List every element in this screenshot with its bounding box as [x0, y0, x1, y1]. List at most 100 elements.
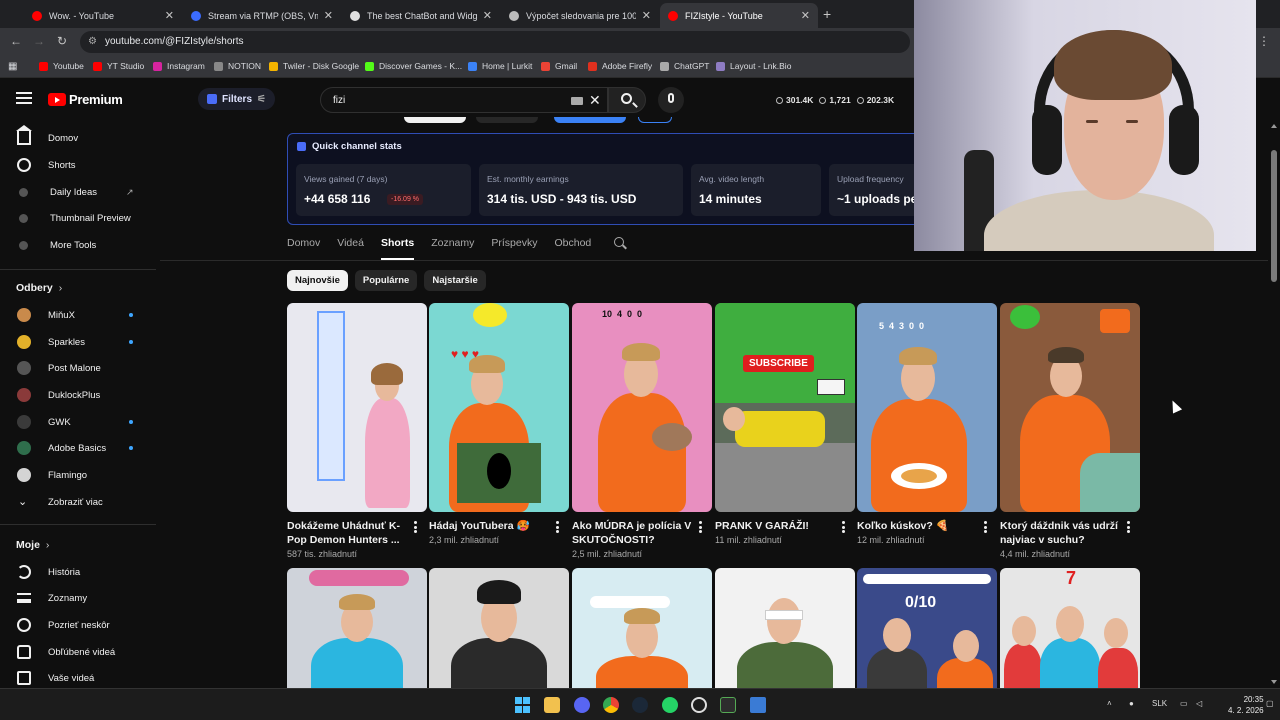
tab-prispevky[interactable]: Príspevky — [491, 236, 537, 260]
scroll-up-icon[interactable] — [1271, 124, 1277, 128]
sidebar-item-zoznamy[interactable]: Zoznamy — [0, 585, 156, 611]
subscription-item[interactable]: Post Malone — [0, 355, 156, 381]
tab-domov[interactable]: Domov — [287, 236, 320, 260]
bookmark-chatgpt[interactable]: ChatGPT — [660, 61, 709, 71]
more-options-icon[interactable] — [1127, 521, 1131, 533]
short-title[interactable]: PRANK V GARÁŽI! — [715, 519, 837, 533]
short-thumbnail[interactable]: 0/10 — [857, 568, 997, 688]
short-card[interactable] — [429, 568, 569, 688]
tray-overflow-icon[interactable]: ˄ — [1107, 699, 1112, 708]
calculator-icon[interactable] — [750, 697, 766, 713]
network-icon[interactable]: ▭ — [1180, 699, 1188, 708]
apps-grid-icon[interactable]: ▦ — [8, 61, 17, 72]
chrome-icon[interactable] — [603, 697, 619, 713]
short-thumbnail[interactable] — [1000, 303, 1140, 512]
bookmark-yt-studio[interactable]: YT Studio — [93, 61, 144, 71]
sidebar-item-your-videos[interactable]: Vaše videá — [0, 665, 156, 688]
browser-tab[interactable]: Výpočet sledovania pre 100K ✕ — [501, 3, 659, 28]
search-input[interactable]: fizi ✕ — [320, 87, 608, 113]
sidebar-item-daily-ideas[interactable]: Daily Ideas ↗ — [0, 179, 156, 205]
tab-shorts[interactable]: Shorts — [380, 236, 415, 260]
subscription-item[interactable]: MiňuX — [0, 302, 156, 328]
tab-obchod[interactable]: Obchod — [555, 236, 592, 260]
menu-icon[interactable] — [16, 92, 32, 104]
scroll-down-icon[interactable] — [1271, 680, 1277, 684]
clear-search-icon[interactable]: ✕ — [589, 92, 601, 109]
sort-popular-chip[interactable]: Populárne — [354, 270, 418, 291]
more-options-icon[interactable] — [556, 521, 560, 533]
short-card[interactable] — [572, 568, 712, 688]
more-options-icon[interactable] — [414, 521, 418, 533]
bookmark-gmail[interactable]: Gmail — [541, 61, 577, 71]
subscription-item[interactable]: DuklockPlus — [0, 382, 156, 408]
subscription-item[interactable]: Adobe Basics — [0, 435, 156, 461]
more-options-icon[interactable] — [842, 521, 846, 533]
bookmark-discover-games[interactable]: Discover Games - K... — [365, 61, 462, 71]
short-title[interactable]: Hádaj YouTubera 🥵 — [429, 519, 551, 533]
subscription-item[interactable]: Sparkles — [0, 329, 156, 355]
short-title[interactable]: Ako MÚDRA je polícia V SKUTOČNOSTI? — [572, 519, 694, 547]
sidebar-item-shorts[interactable]: Shorts — [0, 152, 156, 178]
subscription-item[interactable]: GWK — [0, 409, 156, 435]
short-thumbnail[interactable]: 10 4 0 0 — [572, 303, 712, 512]
whatsapp-icon[interactable] — [662, 697, 678, 713]
filters-button[interactable]: Filters ⚟ — [198, 88, 275, 110]
more-options-icon[interactable] — [699, 521, 703, 533]
scrollbar-thumb[interactable] — [1271, 150, 1277, 282]
new-tab-icon[interactable]: + — [823, 6, 831, 22]
voice-search-button[interactable] — [658, 87, 684, 113]
volume-icon[interactable]: ◁ — [1196, 699, 1202, 708]
short-card[interactable] — [287, 568, 427, 688]
browser-menu-icon[interactable]: ⋮ — [1258, 34, 1270, 48]
bookmark-adobe-firefly[interactable]: Adobe Firefly — [588, 61, 652, 71]
close-tab-icon[interactable]: ✕ — [324, 9, 333, 22]
file-explorer-icon[interactable] — [544, 697, 560, 713]
sidebar-item-liked-videos[interactable]: Obľúbené videá — [0, 639, 156, 665]
sort-newest-chip[interactable]: Najnovšie — [287, 270, 348, 291]
short-title[interactable]: Ktorý dáždnik vás udrží najviac v suchu? — [1000, 519, 1122, 547]
bookmark-instagram[interactable]: Instagram — [153, 61, 205, 71]
browser-tab-active[interactable]: FIZIstyle - YouTube ✕ — [660, 3, 818, 28]
show-more-button[interactable]: ⌄ Zobraziť viac — [0, 489, 156, 515]
bookmark-lurkit[interactable]: Home | Lurkit — [468, 61, 532, 71]
tab-zoznamy[interactable]: Zoznamy — [431, 236, 474, 260]
short-card[interactable]: 7 — [1000, 568, 1140, 688]
tab-videa[interactable]: Videá — [337, 236, 364, 260]
sidebar-item-thumbnail-preview[interactable]: Thumbnail Preview — [0, 205, 156, 231]
system-clock[interactable]: 20:35 4. 2. 2026 — [1228, 694, 1264, 716]
address-bar[interactable]: ⚙ youtube.com/@FIZIstyle/shorts — [80, 31, 910, 53]
sidebar-item-domov[interactable]: Domov — [0, 125, 156, 151]
back-icon[interactable]: ← — [10, 34, 22, 48]
youtube-premium-logo[interactable]: Premium — [48, 92, 123, 107]
short-thumbnail[interactable]: ♥ ♥ ♥ — [429, 303, 569, 512]
short-thumbnail[interactable] — [715, 568, 855, 688]
notifications-icon[interactable]: ▢ — [1266, 699, 1274, 708]
short-title[interactable]: Dokážeme Uhádnuť K-Pop Demon Hunters ... — [287, 519, 409, 547]
short-thumbnail[interactable]: 7 — [1000, 568, 1140, 688]
browser-tab[interactable]: Wow. - YouTube ✕ — [24, 3, 182, 28]
terminal-icon[interactable] — [720, 697, 736, 713]
channel-search-button[interactable] — [614, 237, 627, 250]
you-heading[interactable]: Moje › — [16, 539, 49, 551]
short-thumbnail[interactable] — [572, 568, 712, 688]
sidebar-item-historia[interactable]: História — [0, 559, 156, 585]
bookmark-notion[interactable]: NOTION — [214, 61, 261, 71]
sidebar-item-more-tools[interactable]: More Tools — [0, 232, 156, 258]
subscriptions-heading[interactable]: Odbery › — [16, 282, 62, 294]
short-thumbnail[interactable]: 5 4 3 0 0 — [857, 303, 997, 512]
close-tab-icon[interactable]: ✕ — [483, 9, 492, 22]
close-tab-icon[interactable]: ✕ — [642, 9, 651, 22]
short-title[interactable]: Koľko kúskov? 🍕 — [857, 519, 979, 533]
sidebar-item-watch-later[interactable]: Pozrieť neskôr — [0, 612, 156, 638]
forward-icon[interactable]: → — [33, 34, 45, 48]
microphone-tray-icon[interactable]: ● — [1129, 699, 1134, 708]
bookmark-twiler[interactable]: Twiler - Disk Google — [269, 61, 359, 71]
short-thumbnail[interactable] — [287, 568, 427, 688]
short-thumbnail[interactable]: SUBSCRIBE — [715, 303, 855, 512]
search-button[interactable] — [608, 87, 646, 113]
short-card[interactable] — [715, 568, 855, 688]
close-tab-icon[interactable]: ✕ — [801, 9, 810, 22]
short-thumbnail[interactable] — [429, 568, 569, 688]
browser-tab[interactable]: The best ChatBot and Widgets... ✕ — [342, 3, 500, 28]
sort-oldest-chip[interactable]: Najstaršie — [424, 270, 486, 291]
